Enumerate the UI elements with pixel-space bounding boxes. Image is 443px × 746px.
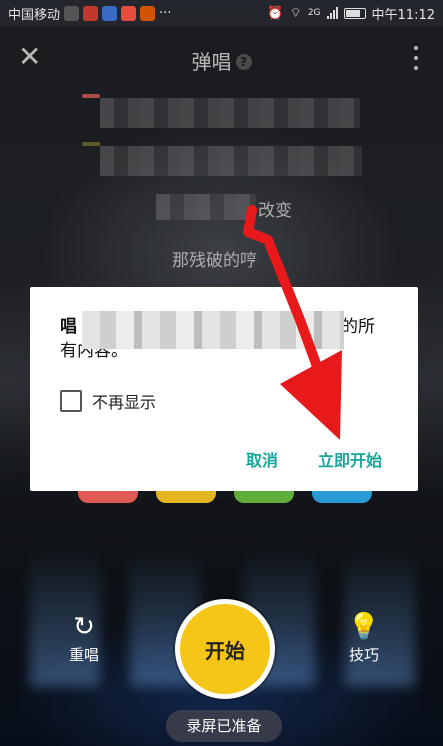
start-button[interactable]: 开始 — [175, 599, 275, 699]
refresh-icon: ↻ — [73, 612, 95, 642]
tips-button[interactable]: 💡 技巧 — [334, 612, 394, 665]
retry-label: 重唱 — [68, 646, 99, 664]
recording-status-badge: 录屏已准备 — [166, 710, 282, 742]
lightbulb-icon: 💡 — [347, 612, 381, 642]
retry-button[interactable]: ↻ 重唱 — [54, 612, 114, 665]
arrow-shaft — [243, 205, 327, 385]
start-label: 开始 — [205, 638, 245, 663]
tips-label: 技巧 — [348, 646, 379, 664]
